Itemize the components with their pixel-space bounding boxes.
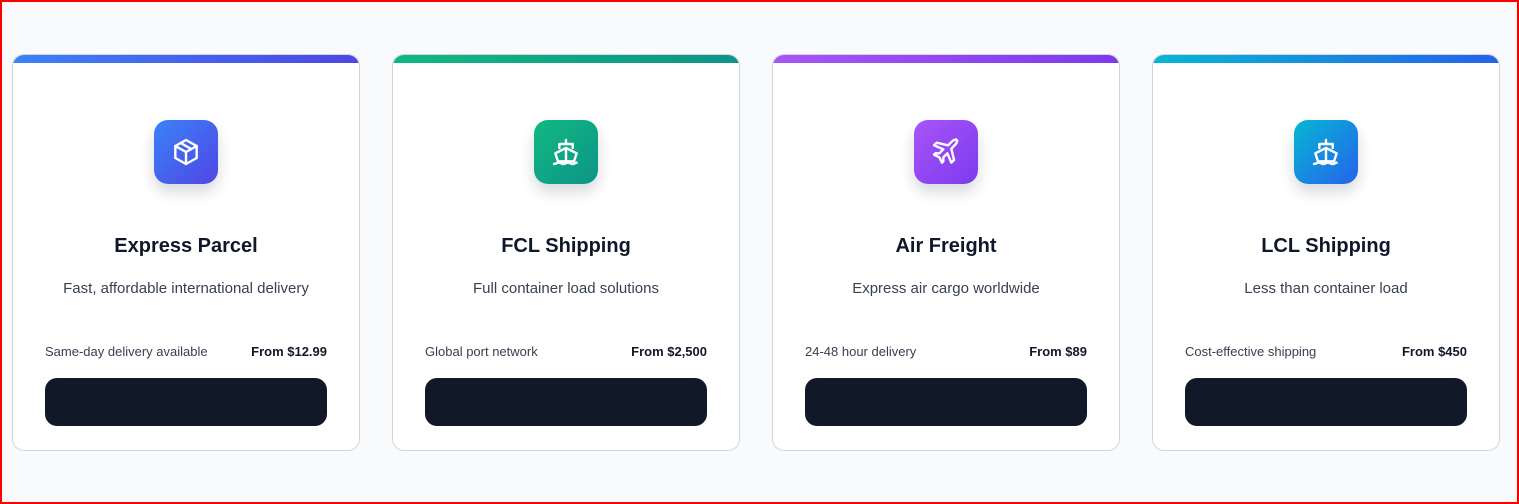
service-card-fcl-shipping: FCL Shipping Full container load solutio…: [392, 54, 740, 451]
service-title: Air Freight: [895, 234, 997, 257]
service-card-air-freight: Air Freight Express air cargo worldwide …: [772, 54, 1120, 451]
service-price: From $12.99: [251, 344, 327, 359]
service-action-button[interactable]: [1185, 378, 1467, 426]
service-price: From $2,500: [631, 344, 707, 359]
service-feature: Global port network: [425, 344, 538, 359]
service-card-express-parcel: Express Parcel Fast, affordable internat…: [12, 54, 360, 451]
service-description: Full container load solutions: [473, 280, 659, 297]
service-description: Express air cargo worldwide: [852, 280, 1040, 297]
service-price: From $450: [1401, 344, 1467, 359]
ship-icon: [1310, 136, 1342, 168]
service-title: FCL Shipping: [501, 234, 631, 257]
service-feature: Cost-effective shipping: [1185, 344, 1317, 359]
service-title: Express Parcel: [114, 234, 258, 257]
service-icon-tile: [154, 120, 218, 184]
service-action-button[interactable]: [805, 378, 1087, 426]
package-icon: [170, 136, 202, 168]
service-feature: Same-day delivery available: [45, 344, 208, 359]
service-card-lcl-shipping: LCL Shipping Less than container load Co…: [1152, 54, 1500, 451]
service-icon-tile: [534, 120, 598, 184]
service-action-button[interactable]: [425, 378, 707, 426]
service-title: LCL Shipping: [1261, 234, 1391, 257]
card-accent-bar: [13, 55, 359, 63]
service-description: Less than container load: [1244, 280, 1408, 297]
plane-icon: [930, 136, 962, 168]
service-feature: 24-48 hour delivery: [805, 344, 917, 359]
card-accent-bar: [1153, 55, 1499, 63]
card-accent-bar: [773, 55, 1119, 63]
service-icon-tile: [914, 120, 978, 184]
service-meta: Global port network From $2,500: [425, 344, 707, 360]
service-meta: Cost-effective shipping From $450: [1185, 344, 1467, 360]
service-action-button[interactable]: [45, 378, 327, 426]
service-meta: 24-48 hour delivery From $89: [805, 344, 1087, 360]
service-meta: Same-day delivery available From $12.99: [45, 344, 327, 360]
services-grid: Express Parcel Fast, affordable internat…: [12, 54, 1500, 451]
service-price: From $89: [1029, 344, 1087, 359]
service-icon-tile: [1294, 120, 1358, 184]
ship-icon: [550, 136, 582, 168]
card-accent-bar: [393, 55, 739, 63]
service-description: Fast, affordable international delivery: [63, 280, 309, 297]
